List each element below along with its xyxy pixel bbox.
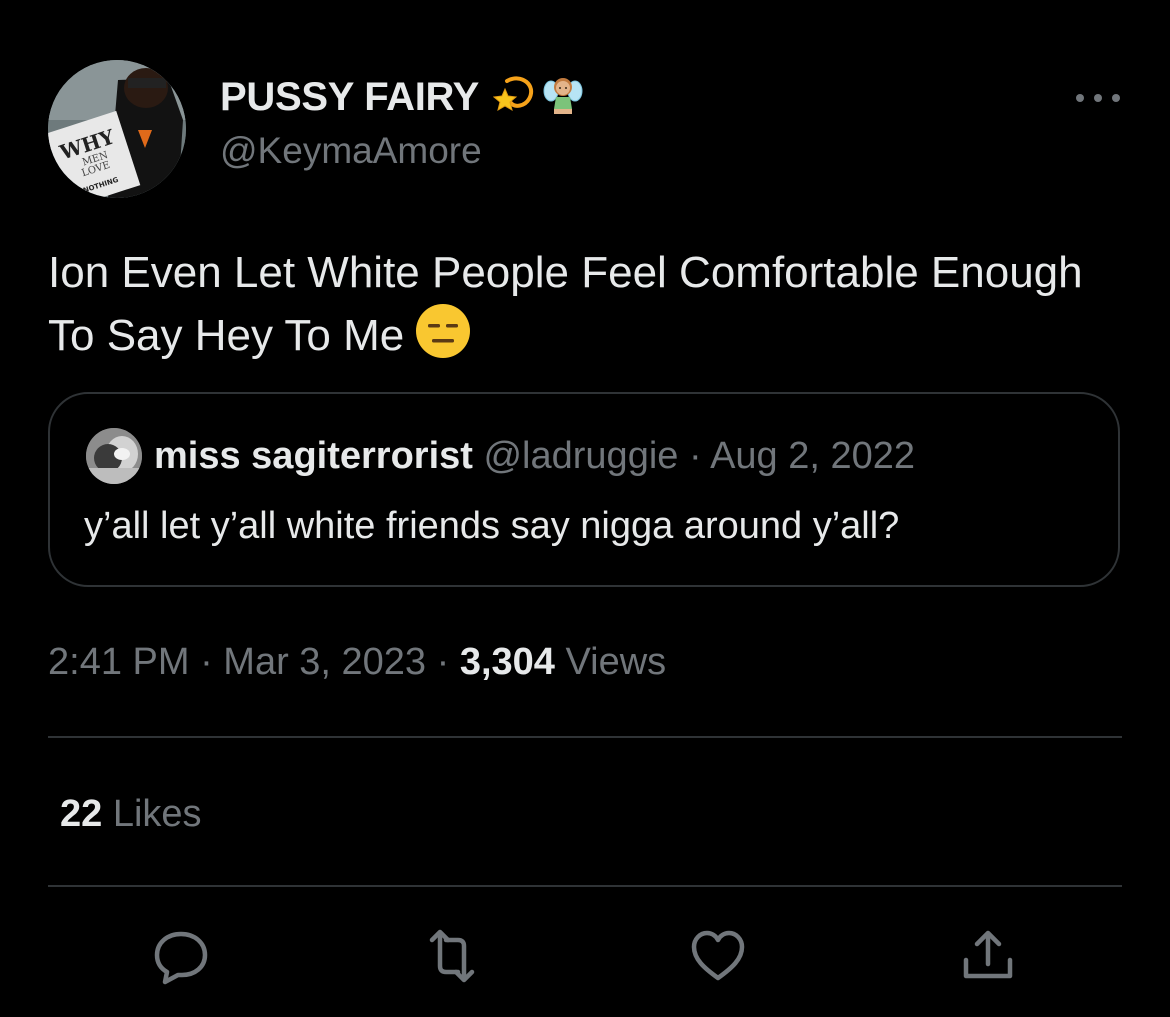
quoted-tweet-header: miss sagiterrorist @ladruggie · Aug 2, 2…: [154, 432, 915, 480]
divider: [48, 885, 1122, 887]
author-name-row[interactable]: PUSSY FAIRY: [220, 72, 583, 122]
retweet-icon[interactable]: [422, 926, 482, 986]
fairy-emoji: [543, 75, 583, 120]
author-avatar[interactable]: WHY MEN LOVE NOTHING: [48, 60, 186, 198]
quoted-tweet-text: y’all let y’all white friends say nigga …: [84, 505, 900, 547]
like-icon[interactable]: [688, 926, 748, 986]
author-handle[interactable]: @KeymaAmore: [220, 130, 482, 172]
expressionless-face-emoji: [414, 302, 472, 375]
likes-row[interactable]: 22 Likes: [60, 790, 202, 838]
quoted-author-name[interactable]: miss sagiterrorist: [154, 435, 473, 477]
divider: [48, 736, 1122, 738]
views-label: Views: [554, 641, 667, 683]
quoted-tweet-card[interactable]: miss sagiterrorist @ladruggie · Aug 2, 2…: [48, 392, 1120, 587]
likes-count: 22: [60, 793, 103, 835]
quoted-author-meta: @ladruggie · Aug 2, 2022: [483, 435, 916, 477]
quoted-author-avatar[interactable]: [86, 428, 142, 484]
views-count: 3,304: [459, 641, 555, 683]
dizzy-star-emoji: [492, 75, 535, 120]
tweet-timestamp[interactable]: 2:41 PM · Mar 3, 2023 ·: [48, 641, 460, 683]
likes-label: Likes: [102, 793, 202, 835]
author-display-name[interactable]: PUSSY FAIRY: [220, 75, 479, 120]
tweet-timestamp-row: 2:41 PM · Mar 3, 2023 · 3,304 Views: [48, 638, 666, 686]
tweet-text: Ion Even Let White People Feel Comfortab…: [48, 244, 1128, 375]
tweet-body: Ion Even Let White People Feel Comfortab…: [48, 248, 1083, 360]
reply-icon[interactable]: [151, 926, 211, 986]
share-icon[interactable]: [958, 926, 1018, 986]
more-options-icon[interactable]: [1076, 88, 1120, 108]
